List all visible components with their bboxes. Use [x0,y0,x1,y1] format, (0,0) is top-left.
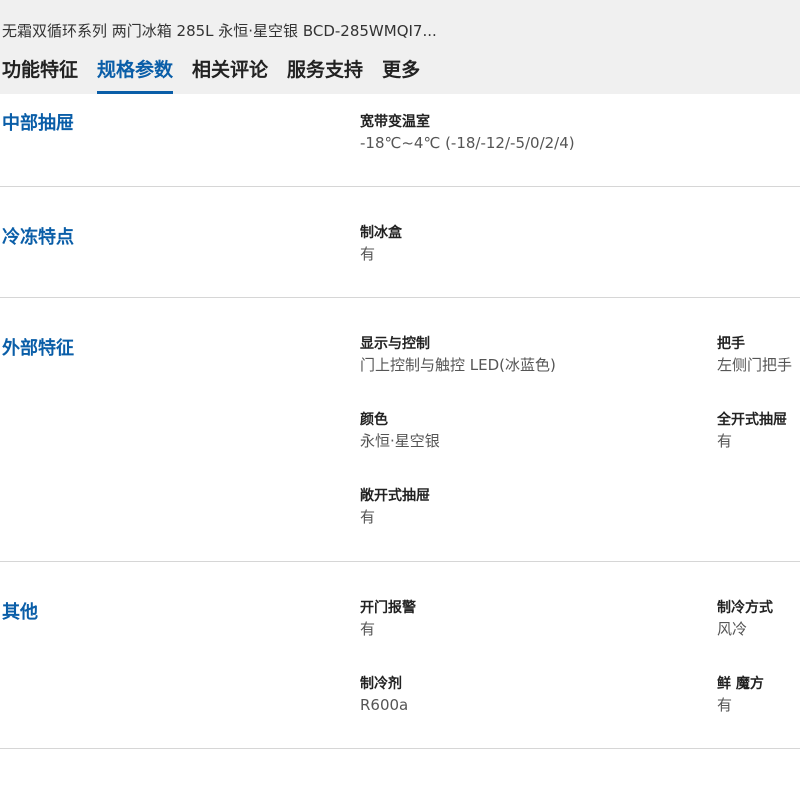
spec-label: 制冷剂 [360,676,402,692]
tab-bar: 功能特征 规格参数 相关评论 服务支持 更多 [2,56,439,94]
section-title: 冷冻特点 [2,227,74,248]
spec-label: 制冷方式 [717,600,773,616]
spec-item: 颜色 永恒·星空银 [360,410,440,452]
spec-item: 制冰盒 有 [360,223,402,265]
spec-item: 制冷方式 风冷 [717,598,773,640]
spec-value: 有 [360,508,376,526]
spec-item: 开门报警 有 [360,598,416,640]
spec-section-other: 其他 开门报警 有 制冷方式 风冷 制冷剂 R600a 鲜 魔方 有 [0,562,800,749]
spec-value: 有 [360,620,376,638]
section-title: 中部抽屉 [2,113,74,134]
tab-service-support[interactable]: 服务支持 [287,56,363,94]
spec-item: 敞开式抽屉 有 [360,486,430,528]
spec-label: 把手 [717,336,745,352]
section-title: 其他 [2,602,38,623]
spec-label: 鲜 魔方 [717,676,764,692]
spec-item: 制冷剂 R600a [360,674,408,716]
spec-value: R600a [360,696,409,714]
spec-value: 门上控制与触控 LED(冰蓝色) [360,356,556,374]
spec-item: 全开式抽屉 有 [717,410,787,452]
spec-value: 左侧门把手 [717,356,793,374]
spec-label: 全开式抽屉 [717,412,787,428]
spec-value: 有 [717,696,733,714]
tab-features[interactable]: 功能特征 [2,56,78,94]
spec-section-exterior: 外部特征 显示与控制 门上控制与触控 LED(冰蓝色) 把手 左侧门把手 颜色 … [0,298,800,562]
spec-value: 永恒·星空银 [360,432,440,450]
spec-item: 鲜 魔方 有 [717,674,764,716]
spec-label: 宽带变温室 [360,114,430,130]
tab-specifications[interactable]: 规格参数 [97,56,174,94]
section-title: 外部特征 [2,338,74,359]
spec-label: 开门报警 [360,600,416,616]
spec-item: 宽带变温室 -18℃~4℃ (-18/-12/-5/0/2/4) [360,112,575,154]
tab-reviews[interactable]: 相关评论 [192,56,268,94]
spec-section-middle-drawer: 中部抽屉 宽带变温室 -18℃~4℃ (-18/-12/-5/0/2/4) [0,94,800,187]
spec-label: 制冰盒 [360,225,402,241]
spec-value: 风冷 [717,620,748,638]
spec-item: 把手 左侧门把手 [717,334,792,376]
spec-value: 有 [717,432,733,450]
spec-label: 显示与控制 [360,336,430,352]
spec-label: 颜色 [360,412,388,428]
spec-value: -18℃~4℃ (-18/-12/-5/0/2/4) [360,134,575,152]
tab-more[interactable]: 更多 [382,56,420,94]
spec-item: 显示与控制 门上控制与触控 LED(冰蓝色) [360,334,556,376]
spec-value: 有 [360,245,376,263]
spec-section-freezing: 冷冻特点 制冰盒 有 [0,187,800,298]
product-header: 无霜双循环系列 两门冰箱 285L 永恒·星空银 BCD-285WMQI7...… [0,0,800,94]
spec-label: 敞开式抽屉 [360,488,430,504]
product-title: 无霜双循环系列 两门冰箱 285L 永恒·星空银 BCD-285WMQI7... [2,22,437,40]
